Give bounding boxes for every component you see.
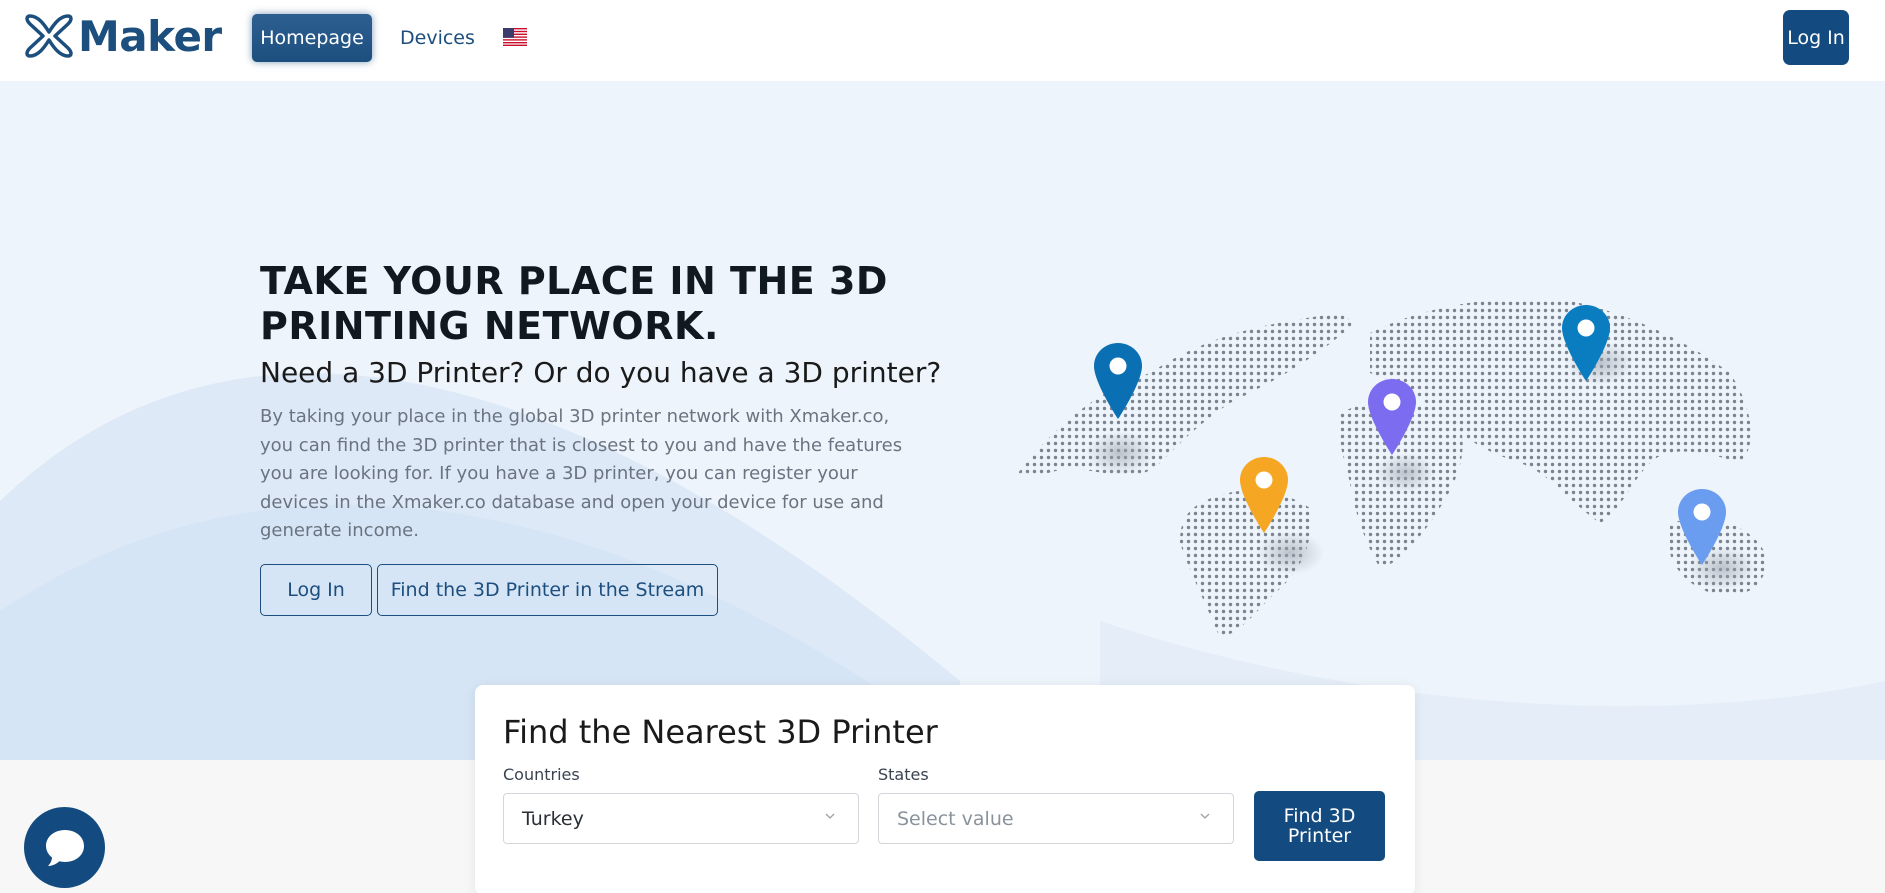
countries-label: Countries	[503, 765, 580, 784]
chevron-down-icon	[1200, 813, 1210, 819]
countries-select[interactable]: Turkey	[503, 793, 859, 844]
x-logo-icon	[25, 14, 73, 58]
nav-devices[interactable]: Devices	[400, 14, 475, 62]
hero-subtitle: Need a 3D Printer? Or do you have a 3D p…	[260, 356, 942, 389]
header-login-button[interactable]: Log In	[1783, 10, 1849, 65]
states-select[interactable]: Select value	[878, 793, 1234, 844]
top-navbar: Maker Homepage Devices Log In	[0, 0, 1885, 81]
search-card-title: Find the Nearest 3D Printer	[503, 713, 938, 751]
find-in-stream-button[interactable]: Find the 3D Printer in the Stream	[377, 564, 718, 616]
states-placeholder: Select value	[897, 807, 1014, 830]
us-flag-icon[interactable]	[503, 28, 527, 46]
find-printer-button[interactable]: Find 3D Printer	[1254, 791, 1385, 861]
states-label: States	[878, 765, 929, 784]
hero-description: By taking your place in the global 3D pr…	[260, 406, 903, 541]
hero-section: TAKE YOUR PLACE IN THE 3D PRINTING NETWO…	[0, 81, 1885, 760]
chat-bubble-icon	[45, 829, 84, 866]
nearest-printer-search-card: Find the Nearest 3D Printer Countries St…	[475, 685, 1415, 893]
chevron-down-icon	[825, 813, 835, 819]
countries-selected-value: Turkey	[522, 807, 584, 830]
logo-text: Maker	[78, 11, 222, 61]
world-map-illustration	[1018, 298, 1766, 638]
hero-title: TAKE YOUR PLACE IN THE 3D PRINTING NETWO…	[260, 259, 888, 348]
nav-homepage[interactable]: Homepage	[252, 14, 372, 62]
xmaker-logo[interactable]: Maker	[22, 10, 222, 62]
chat-widget-button[interactable]	[24, 807, 105, 888]
hero-login-button[interactable]: Log In	[260, 564, 372, 616]
